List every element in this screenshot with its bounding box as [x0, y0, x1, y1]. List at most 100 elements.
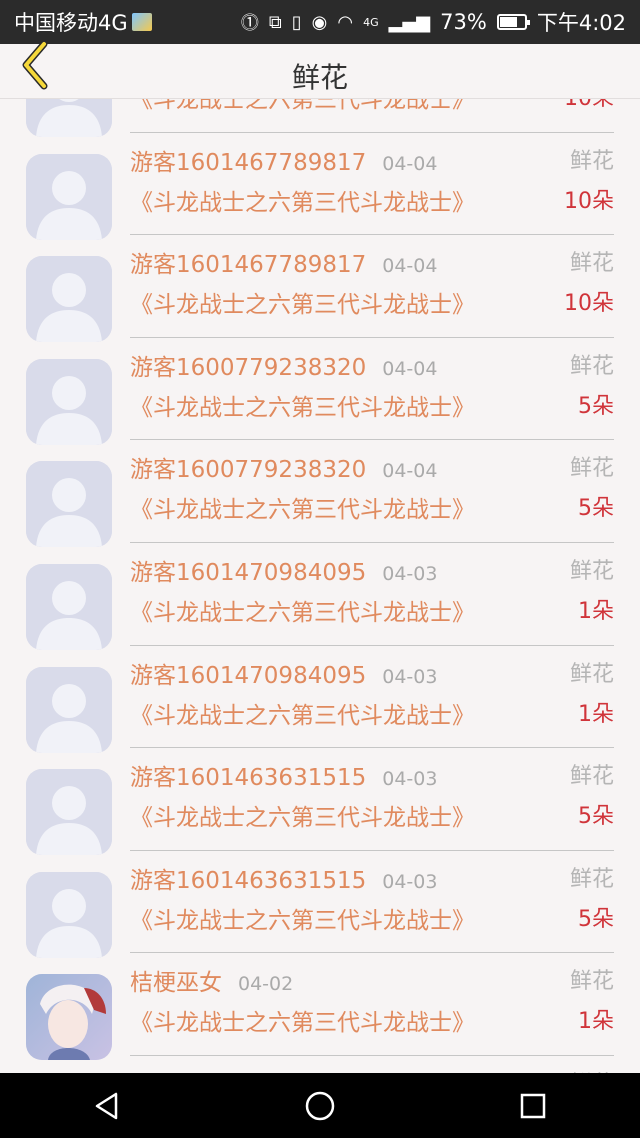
carrier-info: 中国移动4G [14, 7, 152, 37]
battery-icon [496, 14, 530, 30]
book-title-link[interactable]: 《斗龙战士之六第三代斗龙战士》 [130, 285, 475, 319]
nav-home-button[interactable] [290, 1076, 350, 1136]
book-title-link[interactable]: 《斗龙战士之六第三代斗龙战士》 [130, 901, 475, 935]
gift-type-label: 鲜花 [569, 456, 614, 482]
gift-date: 04-03 [382, 768, 438, 791]
gift-date: 04-03 [382, 562, 438, 585]
gift-type-label: 鲜花 [569, 866, 614, 892]
flower-count: 5朵 [578, 804, 614, 830]
username: 桔梗巫女04-02 [130, 1066, 293, 1074]
flower-count: 5朵 [578, 496, 614, 522]
avatar [26, 563, 112, 650]
network-type-label: 4G [363, 15, 379, 29]
username-text: 游客1601463631515 [130, 765, 367, 792]
username: 游客1601463631515 04-03 [130, 861, 437, 895]
list-item-content: 游客1601470984095 04-03 鲜花《斗龙战士之六第三代斗龙战士》 1朵 [130, 543, 614, 646]
nav-recents-button[interactable] [503, 1076, 563, 1136]
gift-type-label: 鲜花 [569, 969, 614, 995]
system-nav-bar [0, 1073, 640, 1138]
gallery-notification-icon [131, 13, 152, 31]
flower-count: 1朵 [578, 1009, 614, 1035]
book-title-link[interactable]: 《斗龙战士之六第三代斗龙战士》 [130, 98, 475, 114]
gift-date: 04-03 [382, 665, 438, 688]
status-icons: ⓵ ⧉ ▯ ◉ ◠ 4G ▂▄▆ 73% 下午4:02 [241, 7, 626, 37]
signal-icon: ▂▄▆ [388, 11, 431, 33]
book-title-link[interactable]: 《斗龙战士之六第三代斗龙战士》 [130, 593, 475, 627]
carrier-label: 中国移动4G [14, 11, 128, 35]
clock: 下午4:02 [536, 11, 626, 35]
flower-count: 1朵 [578, 598, 614, 624]
username: 桔梗巫女 04-02 [130, 963, 293, 997]
list-item[interactable]: 游客1601470984095 04-03 鲜花《斗龙战士之六第三代斗龙战士》 1朵 [0, 543, 640, 650]
flower-count: 10朵 [564, 291, 614, 317]
list-item-content: 游客1601470984095 04-03 鲜花《斗龙战士之六第三代斗龙战士》 1朵 [130, 646, 614, 749]
username-text: 桔梗巫女 [130, 970, 222, 997]
list-item-content: 游客1601463631515 04-03 鲜花《斗龙战士之六第三代斗龙战士》 5朵 [130, 748, 614, 851]
flower-list[interactable]: 游客160146778981704-04鲜花《斗龙战士之六第三代斗龙战士》10朵… [0, 98, 640, 1073]
book-title-link[interactable]: 《斗龙战士之六第三代斗龙战士》 [130, 388, 475, 422]
book-title-link[interactable]: 《斗龙战士之六第三代斗龙战士》 [130, 1003, 475, 1037]
avatar [26, 461, 112, 548]
list-item-content: 游客160146778981704-04鲜花《斗龙战士之六第三代斗龙战士》10朵 [130, 98, 614, 133]
list-item-content: 桔梗巫女 04-02 鲜花《斗龙战士之六第三代斗龙战士》 1朵 [130, 953, 614, 1056]
nfc-icon: ⓵ [240, 13, 259, 34]
username: 游客1601467789817 04-04 [130, 143, 437, 177]
avatar [26, 769, 112, 856]
list-item[interactable]: 游客160146778981704-04鲜花《斗龙战士之六第三代斗龙战士》10朵 [0, 98, 640, 137]
username-text: 游客1601470984095 [130, 662, 367, 689]
battery-percent: 73% [440, 10, 487, 34]
gift-type-label: 鲜花 [569, 558, 614, 584]
list-item[interactable]: 游客1601463631515 04-03 鲜花《斗龙战士之六第三代斗龙战士》 5朵 [0, 748, 640, 856]
gift-type-label: 鲜花 [569, 661, 614, 687]
username-text: 游客1601467789817 [130, 252, 367, 279]
gift-date: 04-03 [382, 870, 438, 893]
list-item-content: 桔梗巫女04-02鲜花《斗龙战士之六第三代斗龙战士》1朵 [130, 1056, 614, 1073]
list-item[interactable]: 游客160146778981704-04鲜花《斗龙战士之六第三代斗龙战士》10朵 [0, 235, 640, 343]
wifi-icon: ◠ [337, 11, 354, 33]
eye-comfort-icon: ◉ [311, 11, 328, 33]
flower-count: 10朵 [564, 188, 614, 214]
book-title-link[interactable]: 《斗龙战士之六第三代斗龙战士》 [130, 696, 475, 730]
flower-count: 10朵 [564, 98, 614, 111]
flower-count: 5朵 [578, 393, 614, 419]
square-recents-icon [521, 1093, 546, 1118]
book-title-link[interactable]: 《斗龙战士之六第三代斗龙战士》 [130, 798, 475, 832]
username-text: 游客1601470984095 [130, 559, 367, 586]
book-title-link[interactable]: 《斗龙战士之六第三代斗龙战士》 [130, 490, 475, 524]
avatar [26, 358, 112, 445]
list-item-content: 游客160146778981704-04鲜花《斗龙战士之六第三代斗龙战士》10朵 [130, 235, 614, 338]
battery-fill [499, 17, 518, 27]
username: 游客1601470984095 04-03 [130, 553, 437, 587]
list-item[interactable]: 游客160146778981704-04 鲜花《斗龙战士之六第三代斗龙战士》 10朵 [0, 133, 640, 240]
list-item[interactable]: 游客1601463631515 04-03 鲜花 《斗龙战士之六第三代斗龙战士》 5朵 [0, 851, 640, 958]
username-text: 游客1601463631515 [130, 867, 367, 894]
gift-type-label: 鲜花 [569, 764, 614, 790]
gift-date: 04-04 [382, 152, 438, 175]
avatar [26, 153, 112, 240]
nav-back-button[interactable] [77, 1076, 137, 1136]
cast-icon: ⧉ [268, 11, 282, 33]
list-item[interactable]: 游客1601470984095 04-03 鲜花《斗龙战士之六第三代斗龙战士》 1朵 [0, 646, 640, 753]
username: 游客1601463631515 04-03 [130, 758, 437, 792]
list-item[interactable]: 桔梗巫女04-02鲜花《斗龙战士之六第三代斗龙战士》1朵 [0, 1056, 640, 1073]
flower-count: 1朵 [578, 701, 614, 727]
status-bar: 中国移动4G ⓵ ⧉ ▯ ◉ ◠ 4G ▂▄▆ 73% 下午4:02 [0, 0, 640, 44]
list-item-content: 游客160146778981704-04 鲜花《斗龙战士之六第三代斗龙战士》 10朵 [130, 133, 614, 236]
app-header: 鲜花 [0, 40, 640, 99]
list-item[interactable]: 游客1600779238320 04-04 鲜花 《斗龙战士之六第三代斗龙战士》 5朵 [0, 440, 640, 548]
circle-home-icon [305, 1091, 335, 1120]
list-item-content: 游客1600779238320 04-04 鲜花 《斗龙战士之六第三代斗龙战士》 5朵 [130, 338, 614, 441]
username: 游客1600779238320 04-04 [130, 348, 437, 382]
gift-date: 04-02 [238, 973, 294, 996]
gift-type-label: 鲜花 [569, 148, 614, 174]
avatar [26, 871, 112, 958]
list-item[interactable]: 桔梗巫女 04-02 鲜花《斗龙战士之六第三代斗龙战士》 1朵 [0, 953, 640, 1061]
list-item[interactable]: 游客1600779238320 04-04 鲜花 《斗龙战士之六第三代斗龙战士》 5朵 [0, 338, 640, 445]
book-title-link[interactable]: 《斗龙战士之六第三代斗龙战士》 [130, 183, 475, 217]
username-text: 游客1600779238320 [130, 354, 367, 381]
page-title: 鲜花 [291, 61, 348, 94]
gift-date: 04-04 [382, 460, 438, 483]
gift-date: 04-04 [382, 255, 438, 278]
vibrate-icon: ▯ [291, 11, 302, 33]
triangle-back-icon [95, 1092, 117, 1119]
